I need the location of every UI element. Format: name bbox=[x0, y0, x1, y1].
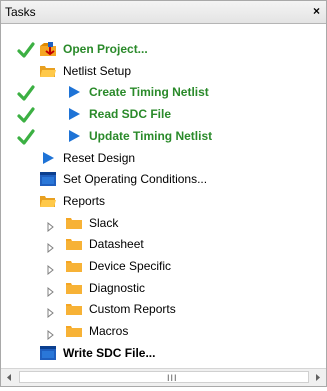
tree-item-device-specific[interactable]: Device Specific bbox=[1, 256, 326, 278]
tree-item-label: Device Specific bbox=[89, 259, 172, 273]
tree-item-reports[interactable]: Reports bbox=[1, 191, 326, 213]
panel-title: Tasks bbox=[5, 5, 36, 19]
panel-titlebar: Tasks × bbox=[1, 1, 326, 24]
folder-icon bbox=[65, 236, 83, 252]
horizontal-scrollbar[interactable]: III bbox=[1, 368, 326, 386]
play-arrow-icon bbox=[65, 106, 83, 122]
tree-item-label: Datasheet bbox=[89, 237, 144, 252]
folder-open-icon bbox=[39, 63, 57, 79]
tree-item-create-timing-netlist[interactable]: Create Timing Netlist bbox=[1, 82, 326, 104]
folder-icon bbox=[65, 280, 83, 296]
tree-item-write-sdc-file[interactable]: Write SDC File... bbox=[1, 343, 326, 365]
tree-item-diagnostic[interactable]: Diagnostic bbox=[1, 278, 326, 300]
tree-item-label: Netlist Setup bbox=[63, 63, 132, 78]
tree-item-open-project[interactable]: Open Project... bbox=[1, 39, 326, 61]
scroll-right-arrow-icon[interactable] bbox=[309, 369, 326, 386]
tree-item-label: Open Project... bbox=[63, 42, 148, 56]
tree-item-label: Slack bbox=[89, 215, 119, 230]
tree-item-update-timing-netlist[interactable]: Update Timing Netlist bbox=[1, 126, 326, 148]
tasks-panel: Tasks × Open Project... Netlist Setup Crea… bbox=[0, 0, 327, 387]
expand-arrow-icon[interactable] bbox=[47, 240, 55, 254]
checkmark-icon bbox=[17, 106, 35, 124]
tree-item-label: Update Timing Netlist bbox=[89, 128, 213, 143]
tree-item-label: Read SDC File bbox=[89, 107, 172, 122]
tree-item-set-operating-conditions[interactable]: Set Operating Conditions... bbox=[1, 169, 326, 191]
folder-icon bbox=[65, 215, 83, 231]
tree-item-macros[interactable]: Macros bbox=[1, 321, 326, 343]
folder-icon bbox=[65, 301, 83, 317]
tree-item-label: Diagnostic bbox=[89, 280, 146, 295]
expand-arrow-icon[interactable] bbox=[47, 219, 55, 232]
folder-open-icon bbox=[39, 193, 57, 209]
play-arrow-icon bbox=[65, 128, 83, 144]
scrollbar-grip: III bbox=[167, 373, 178, 383]
tree-item-read-sdc-file[interactable]: Read SDC File bbox=[1, 104, 326, 126]
expand-arrow-icon[interactable] bbox=[47, 327, 55, 341]
tree-item-label: Custom Reports bbox=[89, 302, 176, 317]
scroll-left-arrow-icon[interactable] bbox=[1, 369, 18, 386]
tree-item-netlist-setup[interactable]: Netlist Setup bbox=[1, 61, 326, 83]
expand-arrow-icon[interactable] bbox=[47, 284, 55, 297]
checkmark-icon bbox=[17, 84, 35, 102]
tree-item-custom-reports[interactable]: Custom Reports bbox=[1, 299, 326, 321]
tree-item-label: Reports bbox=[63, 193, 106, 208]
close-icon[interactable]: × bbox=[313, 4, 320, 18]
tree-item-label: Reset Design bbox=[63, 150, 136, 165]
play-arrow-icon bbox=[39, 150, 57, 166]
tree-item-label: Set Operating Conditions... bbox=[63, 172, 208, 187]
play-arrow-icon bbox=[65, 84, 83, 100]
tree-item-datasheet[interactable]: Datasheet bbox=[1, 234, 326, 256]
tree-item-label: Write SDC File... bbox=[63, 345, 156, 360]
tree-item-slack[interactable]: Slack bbox=[1, 213, 326, 235]
expand-arrow-icon[interactable] bbox=[47, 305, 55, 319]
tree-item-reset-design[interactable]: Reset Design bbox=[1, 148, 326, 170]
window-icon bbox=[39, 345, 57, 361]
window-icon bbox=[39, 171, 57, 187]
tree-item-label: Macros bbox=[89, 324, 129, 339]
folder-icon bbox=[65, 258, 83, 274]
checkmark-icon bbox=[17, 41, 35, 59]
folder-icon bbox=[65, 323, 83, 339]
open-project-icon bbox=[39, 41, 57, 57]
tree-item-label: Create Timing Netlist bbox=[89, 85, 209, 100]
scrollbar-thumb[interactable]: III bbox=[19, 371, 309, 383]
expand-arrow-icon[interactable] bbox=[47, 262, 55, 276]
checkmark-icon bbox=[17, 128, 35, 146]
